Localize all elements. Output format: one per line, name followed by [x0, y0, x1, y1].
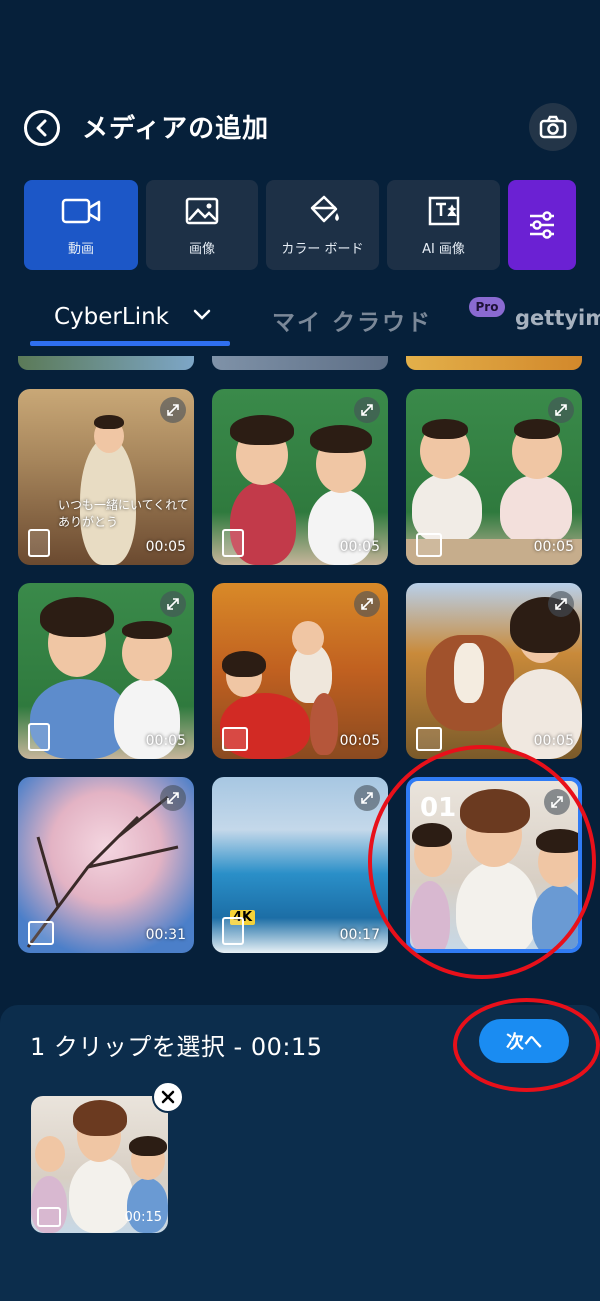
category-label: 動画 [67, 241, 94, 257]
vertical-clip-icon [28, 723, 50, 751]
media-thumbnail[interactable]: 00:05 [18, 583, 194, 759]
media-thumbnail[interactable]: 00:05 [212, 583, 388, 759]
vertical-clip-icon [28, 529, 50, 557]
thumbnail-partial[interactable] [406, 356, 582, 370]
active-tab-indicator [30, 341, 230, 346]
category-color-board[interactable]: カラー ボード [266, 180, 379, 270]
clip-duration: 00:17 [339, 927, 380, 943]
horizontal-clip-icon [28, 921, 54, 945]
expand-icon[interactable] [354, 591, 380, 617]
category-video[interactable]: 動画 [24, 180, 138, 270]
page-title: メディアの追加 [82, 114, 270, 144]
clip-duration: 00:31 [145, 927, 186, 943]
media-thumbnail[interactable]: 4K 00:17 [212, 777, 388, 953]
clip-duration: 00:05 [145, 733, 186, 749]
category-ai-image[interactable]: AI 画像 [387, 180, 500, 270]
remove-clip-button[interactable] [152, 1081, 184, 1113]
horizontal-clip-icon [37, 1207, 61, 1227]
thumbnail-partial[interactable] [212, 356, 388, 370]
ai-image-icon [424, 194, 464, 228]
thumbnail-caption: いつも一緒にいてくれて ありがとう [58, 498, 189, 530]
media-thumbnail[interactable]: 00:05 [406, 389, 582, 565]
tab-my-cloud[interactable]: マイ クラウド [272, 303, 432, 337]
camera-icon [539, 115, 567, 139]
camera-button[interactable] [529, 103, 577, 151]
media-thumbnail[interactable]: 00:31 [18, 777, 194, 953]
category-image[interactable]: 画像 [146, 180, 258, 270]
chevron-down-icon[interactable] [192, 306, 212, 325]
paint-bucket-icon [303, 194, 343, 228]
annotation-circle [368, 745, 596, 979]
media-thumbnail[interactable]: 00:05 [212, 389, 388, 565]
clip-duration: 00:15 [124, 1210, 162, 1225]
category-label: 画像 [188, 241, 215, 257]
horizontal-clip-icon [416, 533, 442, 557]
clip-duration: 00:05 [339, 539, 380, 555]
selection-summary: 1 クリップを選択 - 00:15 [30, 1033, 323, 1061]
horizontal-clip-icon [222, 727, 248, 751]
vertical-clip-icon [222, 529, 244, 557]
expand-icon[interactable] [160, 591, 186, 617]
media-thumbnail[interactable]: 00:05 [406, 583, 582, 759]
clip-duration: 00:05 [533, 733, 574, 749]
expand-icon[interactable] [160, 397, 186, 423]
media-thumbnail[interactable]: いつも一緒にいてくれて ありがとう 00:05 [18, 389, 194, 565]
category-label: AI 画像 [422, 241, 465, 257]
clip-duration: 00:05 [339, 733, 380, 749]
close-icon [161, 1090, 175, 1104]
clip-duration: 00:05 [533, 539, 574, 555]
image-icon [182, 194, 222, 228]
category-label: カラー ボード [281, 241, 364, 257]
expand-icon[interactable] [548, 397, 574, 423]
filter-sliders-icon [522, 208, 562, 242]
tab-cyberlink[interactable]: CyberLink [54, 304, 169, 330]
tab-gettyimages[interactable]: gettyimages [515, 306, 600, 330]
expand-icon[interactable] [548, 591, 574, 617]
back-button[interactable] [24, 110, 60, 146]
expand-icon[interactable] [354, 785, 380, 811]
thumbnail-partial[interactable] [18, 356, 194, 370]
expand-icon[interactable] [354, 397, 380, 423]
filter-button[interactable] [508, 180, 576, 270]
annotation-circle [453, 998, 600, 1092]
chevron-left-icon [36, 119, 47, 137]
horizontal-clip-icon [416, 727, 442, 751]
clip-duration: 00:05 [145, 539, 186, 555]
vertical-clip-icon [222, 917, 244, 945]
pro-badge: Pro [469, 297, 505, 317]
video-camera-icon [61, 194, 101, 228]
expand-icon[interactable] [160, 785, 186, 811]
selected-clip-thumbnail[interactable]: 00:15 [31, 1096, 168, 1233]
